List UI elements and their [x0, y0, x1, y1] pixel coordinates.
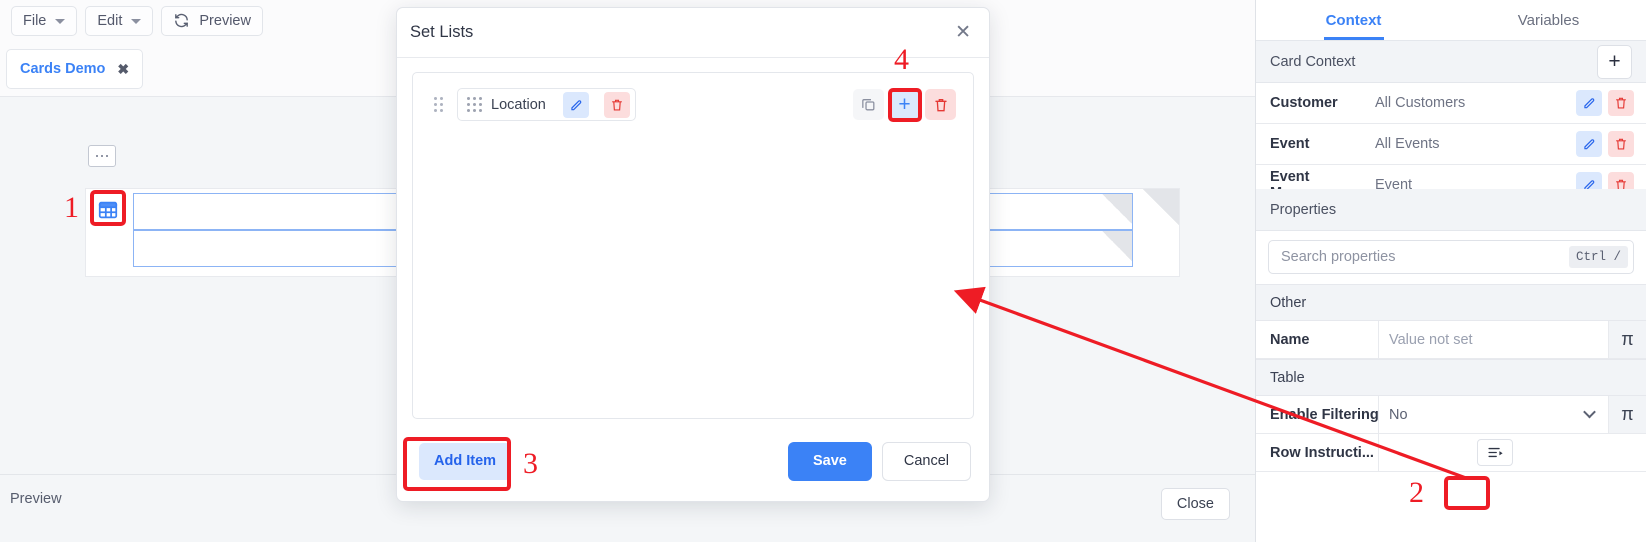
trash-icon[interactable] — [603, 91, 630, 118]
pencil-icon[interactable] — [1576, 131, 1602, 157]
property-row-name[interactable]: Name Value not set π — [1256, 321, 1646, 359]
search-properties-box[interactable]: Ctrl / — [1268, 240, 1634, 274]
right-inspector-panel: Context Variables Card Context + Custome… — [1255, 0, 1646, 542]
property-group-other: Other — [1256, 284, 1646, 321]
list-item-chip[interactable]: Location — [457, 88, 636, 121]
tab-context-label: Context — [1325, 11, 1382, 29]
property-group-label: Other — [1270, 294, 1307, 311]
app-root: File Edit Preview Cards Demo ✖ Preview C… — [0, 0, 1646, 542]
card-context-header: Card Context + — [1256, 41, 1646, 83]
edit-menu-label: Edit — [97, 12, 123, 29]
card-context-title: Card Context — [1270, 53, 1356, 70]
search-properties-input[interactable] — [1281, 249, 1569, 265]
file-menu-label: File — [23, 12, 47, 29]
add-context-button[interactable]: + — [1597, 44, 1632, 79]
close-icon[interactable]: ✕ — [955, 23, 971, 42]
dot — [105, 154, 109, 158]
close-button[interactable]: Close — [1160, 488, 1230, 520]
card-corner-fold-icon — [1143, 189, 1179, 225]
context-row-value: All Events — [1375, 136, 1440, 152]
context-row[interactable]: Customer All Customers — [1256, 83, 1646, 124]
context-row-name: Customer — [1270, 95, 1338, 111]
enable-filtering-value: No — [1389, 406, 1408, 423]
list-item-row[interactable]: Location + — [423, 83, 963, 126]
cancel-button[interactable]: Cancel — [881, 441, 971, 481]
trash-icon[interactable] — [1608, 172, 1634, 189]
pencil-icon[interactable] — [1576, 90, 1602, 116]
tab-variables-label: Variables — [1517, 11, 1580, 29]
preview-button[interactable]: Preview — [161, 5, 263, 36]
plus-icon: + — [898, 93, 911, 116]
context-row[interactable]: Event All Events — [1256, 124, 1646, 165]
property-label: Enable Filtering — [1256, 396, 1379, 433]
edit-menu-button[interactable]: Edit — [85, 5, 154, 36]
property-row-row-instructions[interactable]: Row Instructi... — [1256, 434, 1646, 472]
close-button-label: Close — [1176, 496, 1214, 512]
context-row-value: Event — [1375, 177, 1413, 189]
trash-icon[interactable] — [1608, 131, 1634, 157]
property-group-table: Table — [1256, 359, 1646, 396]
drag-handle-icon[interactable] — [434, 97, 443, 112]
expression-pi-icon[interactable]: π — [1608, 321, 1646, 358]
close-icon[interactable]: ✖ — [117, 61, 129, 78]
properties-header: Properties — [1256, 189, 1646, 231]
enable-filtering-select[interactable]: No — [1379, 396, 1608, 433]
dialog-title: Set Lists — [410, 23, 474, 41]
tab-context[interactable]: Context — [1256, 0, 1451, 40]
row-corner-fold-icon — [1102, 231, 1132, 261]
file-menu-button[interactable]: File — [11, 5, 78, 36]
expression-pi-icon[interactable]: π — [1608, 396, 1646, 433]
context-row-value: All Customers — [1375, 95, 1466, 111]
tab-variables[interactable]: Variables — [1451, 0, 1646, 40]
pencil-icon[interactable] — [1576, 172, 1602, 189]
property-row-enable-filtering[interactable]: Enable Filtering No π — [1256, 396, 1646, 434]
preview-label: Preview — [10, 491, 62, 507]
context-row-name: Event Measures — [1270, 169, 1337, 189]
list-item-label: Location — [491, 96, 546, 113]
card-context-list: Customer All Customers Event All Events — [1256, 83, 1646, 189]
dialog-footer-actions: Save Cancel — [787, 441, 971, 481]
search-shortcut-badge: Ctrl / — [1568, 246, 1628, 268]
plus-icon: + — [1608, 50, 1621, 73]
trash-icon[interactable] — [1608, 90, 1634, 116]
row-instructions-editor-button[interactable] — [1477, 439, 1513, 466]
preview-button-label: Preview — [199, 12, 251, 29]
document-tab-label: Cards Demo — [20, 61, 106, 77]
property-label: Name — [1256, 321, 1379, 358]
list-items-container: Location + — [412, 72, 974, 419]
dot — [100, 154, 104, 158]
dialog-footer: Add Item Save Cancel — [397, 421, 989, 501]
dialog-header: Set Lists ✕ — [397, 8, 989, 58]
table-icon-button[interactable] — [93, 197, 123, 227]
dialog-body: Location + — [397, 58, 989, 419]
set-lists-dialog: Set Lists ✕ Location + Add Item Save Can… — [396, 7, 990, 502]
row-corner-fold-icon — [1102, 194, 1132, 224]
context-row[interactable]: Event Measures Event — [1256, 165, 1646, 189]
chevron-down-icon — [1583, 405, 1596, 418]
card-options-handle[interactable] — [88, 145, 116, 167]
properties-title: Properties — [1270, 201, 1337, 218]
chevron-down-icon — [131, 19, 142, 24]
dot — [95, 154, 99, 158]
duplicate-icon[interactable] — [853, 89, 884, 120]
property-value-name[interactable]: Value not set — [1379, 321, 1608, 358]
row-instructions-cell — [1379, 434, 1646, 471]
table-icon — [97, 199, 119, 226]
inspector-tab-bar: Context Variables — [1256, 0, 1646, 41]
chevron-down-icon — [55, 19, 66, 24]
refresh-icon — [173, 12, 190, 29]
document-tab-cards-demo[interactable]: Cards Demo ✖ — [6, 49, 144, 89]
delete-list-item-button[interactable] — [925, 89, 956, 120]
list-item-actions: + — [853, 89, 956, 120]
context-row-name: Event — [1270, 136, 1310, 152]
property-group-label: Table — [1270, 369, 1305, 386]
pencil-icon[interactable] — [562, 91, 589, 118]
add-item-button[interactable]: Add Item — [419, 442, 512, 480]
property-label: Row Instructi... — [1256, 434, 1379, 471]
properties-search-area: Ctrl / — [1256, 231, 1646, 284]
add-list-item-plus-button[interactable]: + — [889, 89, 920, 120]
chip-drag-handle-icon[interactable] — [467, 97, 482, 112]
save-button[interactable]: Save — [787, 441, 872, 481]
